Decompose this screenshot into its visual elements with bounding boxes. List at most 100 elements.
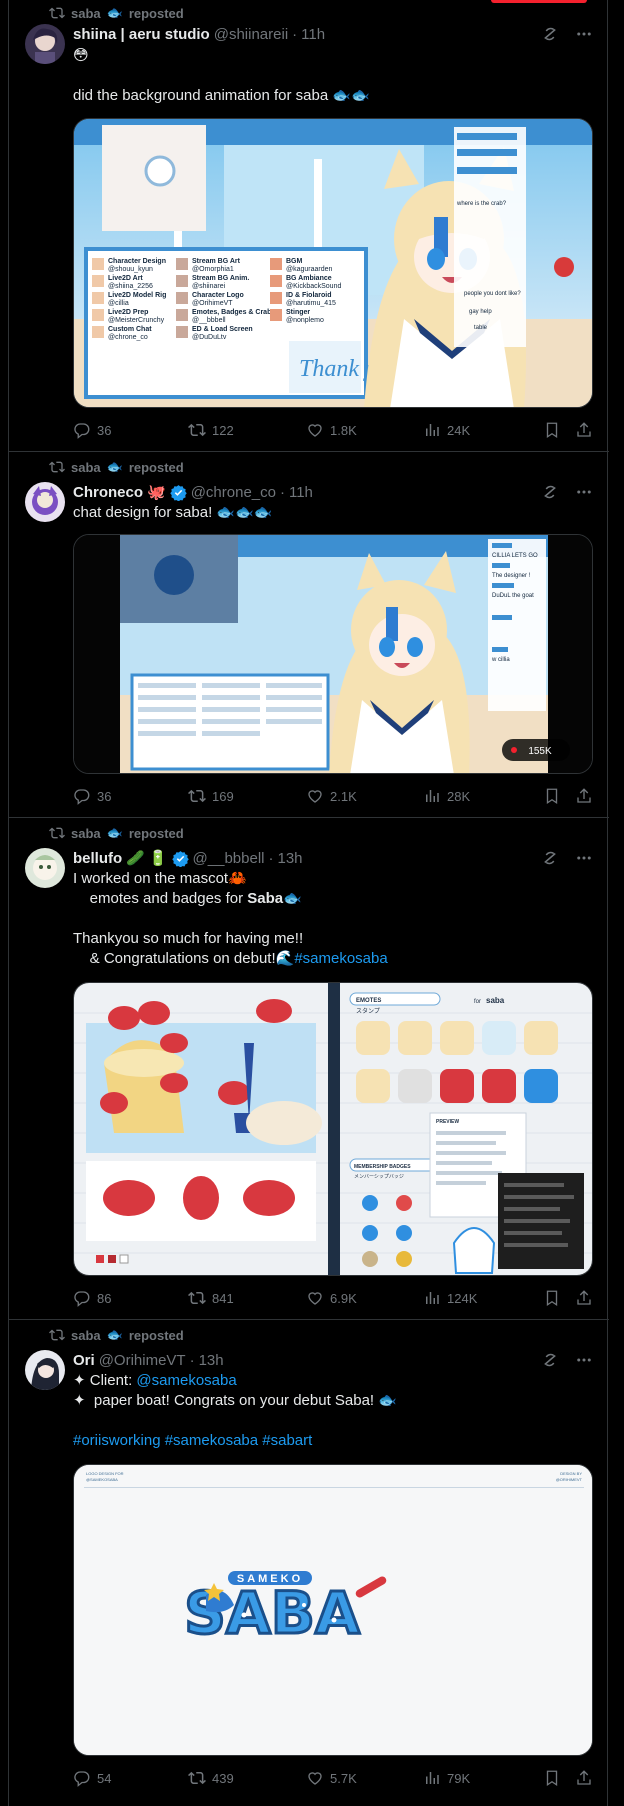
avatar[interactable] bbox=[25, 1350, 65, 1390]
reply-button[interactable]: 36 bbox=[73, 421, 188, 439]
badges-label: MEMBERSHIP BADGES bbox=[354, 1164, 411, 1170]
tweet[interactable]: saba 🐟 reposted Chroneco 🐙 @chrone_co · … bbox=[9, 452, 609, 818]
repost-icon bbox=[188, 1291, 206, 1305]
tweet[interactable]: saba 🐟 reposted bellufo 🥒 🔋 @__bbbell · … bbox=[9, 818, 609, 1320]
credit-role: ID & Fiolaroid bbox=[286, 292, 332, 299]
author-handle[interactable]: @shiinareii bbox=[214, 26, 288, 43]
heart-icon bbox=[308, 1772, 322, 1785]
repost-indicator: saba 🐟 reposted bbox=[49, 824, 184, 842]
like-button[interactable]: 5.7K bbox=[306, 1769, 423, 1787]
grok-icon[interactable] bbox=[541, 483, 559, 501]
chat-line: CILLIA LETS GO bbox=[492, 553, 538, 559]
tweet-end-actions bbox=[543, 1769, 593, 1787]
tweet[interactable]: saba 🐟 reposted shiina | aeru studio @sh… bbox=[9, 0, 609, 452]
reply-button[interactable]: 36 bbox=[73, 787, 188, 805]
author-handle[interactable]: @chrone_co bbox=[191, 484, 276, 501]
chat-line: gay help bbox=[469, 309, 492, 315]
credit-role: Character Design bbox=[108, 258, 166, 265]
reply-button[interactable]: 54 bbox=[73, 1769, 188, 1787]
views-button[interactable]: 24K bbox=[423, 421, 541, 439]
tweet-image[interactable]: Thank you! Character Design @shouu_kyun … bbox=[73, 118, 593, 408]
tweet-video[interactable]: CILLIA LETS GO The designer ! DuDuL the … bbox=[73, 534, 593, 774]
view-count: 124K bbox=[447, 1290, 478, 1306]
tweet-image[interactable]: LOGO DESIGN FOR @SAMEKOSABA DESIGN BY @O… bbox=[73, 1464, 593, 1756]
tweet-header-actions bbox=[541, 1351, 593, 1369]
repost-icon bbox=[49, 1329, 65, 1341]
hashtag-links[interactable]: #oriisworking #samekosaba #sabart bbox=[73, 1432, 312, 1449]
more-icon[interactable] bbox=[575, 483, 593, 501]
repost-button[interactable]: 122 bbox=[188, 421, 306, 439]
repost-button[interactable]: 169 bbox=[188, 787, 306, 805]
tweet-time[interactable]: 13h bbox=[199, 1352, 224, 1369]
reposter-name[interactable]: saba bbox=[71, 6, 101, 21]
text-line: emotes and badges for bbox=[73, 890, 248, 907]
tweet[interactable]: saba 🐟 reposted Ori @OrihimeVT · 13h ✦ C… bbox=[9, 1320, 609, 1806]
reply-button[interactable]: 86 bbox=[73, 1289, 188, 1307]
reply-icon bbox=[74, 789, 90, 805]
tweet-image[interactable]: EMOTES スタンプ for saba MEMBERSHIP BADGES メ… bbox=[73, 982, 593, 1276]
verified-badge-icon[interactable] bbox=[171, 850, 189, 867]
tweet-actions: 54 439 5.7K 79K bbox=[73, 1768, 593, 1788]
more-icon[interactable] bbox=[575, 1351, 593, 1369]
bookmark-icon[interactable] bbox=[543, 1289, 561, 1307]
reposter-name[interactable]: saba bbox=[71, 826, 101, 841]
more-icon[interactable] bbox=[575, 25, 593, 43]
verified-badge-icon[interactable] bbox=[169, 484, 187, 501]
client-mention-link[interactable]: @samekosaba bbox=[136, 1372, 236, 1389]
for-label: for bbox=[474, 999, 481, 1005]
tweet-time[interactable]: 11h bbox=[301, 26, 325, 43]
mention-saba[interactable]: Saba🐟 bbox=[247, 890, 302, 907]
tweet-time[interactable]: 11h bbox=[289, 484, 313, 501]
tweet-text: 😳 did the background animation for saba 🐟… bbox=[73, 46, 593, 106]
hashtag-link[interactable]: #samekosaba bbox=[294, 950, 387, 967]
like-count: 6.9K bbox=[330, 1290, 357, 1306]
like-count: 1.8K bbox=[330, 422, 357, 438]
text-line: Thankyou so much for having me!! bbox=[73, 930, 304, 947]
like-button[interactable]: 6.9K bbox=[306, 1289, 423, 1307]
repost-count: 439 bbox=[212, 1770, 234, 1786]
reposter-name[interactable]: saba bbox=[71, 1328, 101, 1343]
author-handle[interactable]: @OrihimeVT bbox=[99, 1352, 186, 1369]
share-icon[interactable] bbox=[575, 787, 593, 805]
tweet-header: bellufo 🥒 🔋 @__bbbell · 13h bbox=[73, 848, 303, 868]
repost-button[interactable]: 841 bbox=[188, 1289, 306, 1307]
author-name[interactable]: shiina | aeru studio bbox=[73, 26, 210, 43]
avatar[interactable] bbox=[25, 848, 65, 888]
reposter-name[interactable]: saba bbox=[71, 460, 101, 475]
like-button[interactable]: 1.8K bbox=[306, 421, 423, 439]
share-icon[interactable] bbox=[575, 1289, 593, 1307]
grok-icon[interactable] bbox=[541, 1351, 559, 1369]
views-button[interactable]: 79K bbox=[423, 1769, 541, 1787]
repost-indicator: saba 🐟 reposted bbox=[49, 1326, 184, 1344]
credit-role: Stream BG Art bbox=[192, 258, 241, 265]
share-icon[interactable] bbox=[575, 421, 593, 439]
repost-button[interactable]: 439 bbox=[188, 1769, 306, 1787]
views-button[interactable]: 28K bbox=[423, 787, 541, 805]
like-button[interactable]: 2.1K bbox=[306, 787, 423, 805]
client-prefix: ✦ Client: bbox=[73, 1372, 137, 1389]
tweet-text: chat design for saba! 🐟🐟🐟 bbox=[73, 504, 273, 521]
reposted-label: reposted bbox=[128, 459, 184, 475]
tweet-header-actions bbox=[541, 483, 593, 501]
live-view-count: 155K bbox=[528, 746, 552, 757]
brand-label: saba bbox=[486, 996, 505, 1005]
tweet-header-actions bbox=[541, 849, 593, 867]
author-name[interactable]: Chroneco bbox=[73, 484, 143, 501]
more-icon[interactable] bbox=[575, 849, 593, 867]
avatar[interactable] bbox=[25, 482, 65, 522]
bookmark-icon[interactable] bbox=[543, 421, 561, 439]
grok-icon[interactable] bbox=[541, 849, 559, 867]
credit-name: @shouu_kyun bbox=[108, 266, 153, 273]
grok-icon[interactable] bbox=[541, 25, 559, 43]
fish-emoji: 🐟 bbox=[106, 825, 123, 840]
bookmark-icon[interactable] bbox=[543, 1769, 561, 1787]
views-button[interactable]: 124K bbox=[423, 1289, 541, 1307]
chat-line: where is the crab? bbox=[456, 201, 507, 207]
tweet-time[interactable]: 13h bbox=[278, 850, 303, 867]
avatar[interactable] bbox=[25, 24, 65, 64]
bookmark-icon[interactable] bbox=[543, 787, 561, 805]
author-name[interactable]: bellufo bbox=[73, 850, 122, 867]
author-name[interactable]: Ori bbox=[73, 1352, 95, 1369]
author-handle[interactable]: @__bbbell bbox=[193, 850, 265, 867]
share-icon[interactable] bbox=[575, 1769, 593, 1787]
